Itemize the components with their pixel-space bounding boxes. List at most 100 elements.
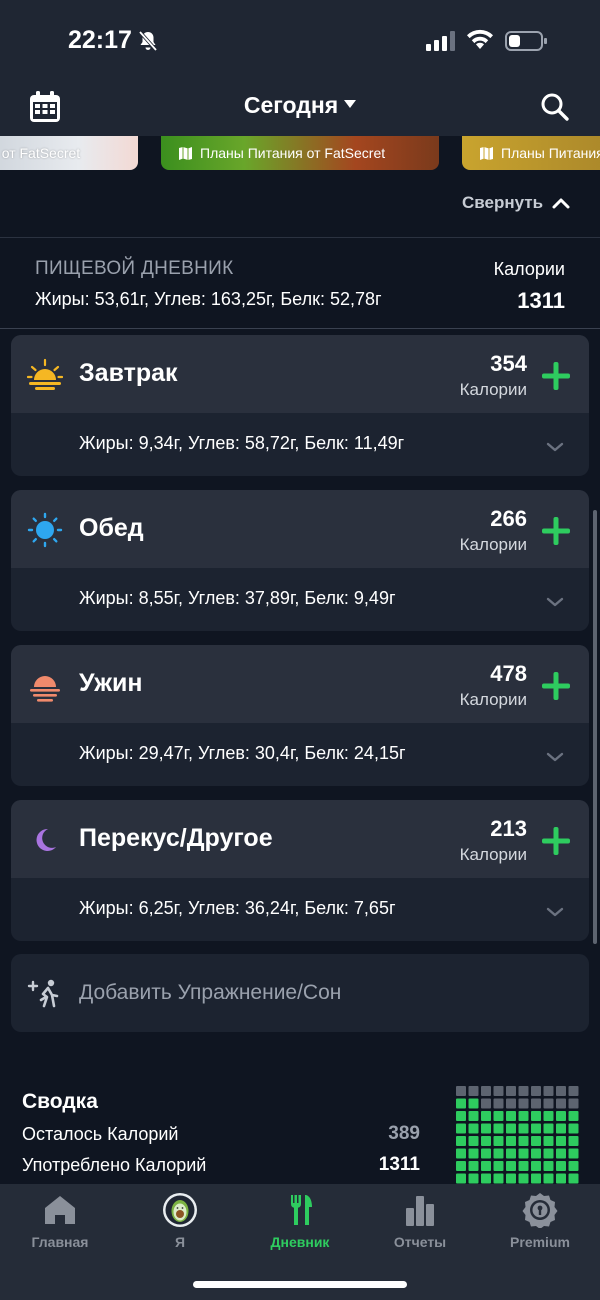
progress-cell — [543, 1161, 554, 1171]
tab-label: Дневник — [270, 1234, 330, 1250]
progress-cell — [518, 1136, 529, 1146]
scrollbar[interactable] — [593, 510, 597, 944]
status-time: 22:17 — [68, 26, 132, 54]
promo-banner-carousel[interactable]: и от FatSecret Планы Питания от FatSecre… — [0, 136, 600, 170]
meal-card-dinner[interactable]: Ужин 478 Калории Жиры: 29,47г, Углев: 30… — [11, 645, 589, 786]
progress-cell — [468, 1098, 479, 1109]
progress-cell — [456, 1111, 466, 1121]
meal-name: Завтрак — [79, 359, 178, 387]
tab-diary[interactable]: Дневник — [240, 1192, 360, 1250]
meal-name: Обед — [79, 514, 144, 542]
add-food-icon[interactable] — [541, 826, 571, 856]
progress-cell — [468, 1148, 479, 1159]
add-food-icon[interactable] — [541, 516, 571, 546]
progress-cell — [506, 1086, 516, 1096]
meal-card-lunch[interactable]: Обед 266 Калории Жиры: 8,55г, Углев: 37,… — [11, 490, 589, 631]
caret-down-icon — [344, 99, 357, 108]
progress-cell — [456, 1161, 466, 1171]
meal-macros: Жиры: 8,55г, Углев: 37,89г, Белк: 9,49г — [79, 588, 396, 608]
summary-title: Сводка — [22, 1090, 98, 1113]
progress-cell — [518, 1111, 529, 1121]
progress-cell — [493, 1148, 504, 1159]
meal-macros: Жиры: 6,25г, Углев: 36,24г, Белк: 7,65г — [79, 898, 396, 918]
progress-cell — [468, 1086, 479, 1096]
progress-cell — [493, 1173, 504, 1184]
chevron-down-icon[interactable] — [546, 751, 564, 763]
meal-header[interactable]: Обед 266 Калории — [11, 490, 589, 568]
progress-cell — [518, 1123, 529, 1134]
tab-home[interactable]: Главная — [0, 1192, 120, 1250]
progress-cell — [506, 1123, 516, 1134]
promo-banner[interactable]: Планы Питания — [462, 136, 600, 170]
progress-cell — [518, 1086, 529, 1096]
progress-cell — [568, 1161, 579, 1171]
chevron-up-icon[interactable] — [551, 196, 571, 210]
moon-icon — [36, 828, 56, 851]
tab-label: Отчеты — [393, 1234, 447, 1250]
calories-consumed-value: 1311 — [378, 1154, 420, 1175]
tab-reports[interactable]: Отчеты — [360, 1192, 480, 1250]
bar-chart-icon — [406, 1196, 434, 1226]
promo-banner[interactable]: Планы Питания от FatSecret — [161, 136, 439, 170]
progress-cell — [456, 1098, 466, 1109]
progress-cell — [468, 1123, 479, 1134]
top-nav-bar: Сегодня — [0, 80, 600, 136]
meal-header[interactable]: Перекус/Другое 213 Калории — [11, 800, 589, 878]
progress-cell — [518, 1161, 529, 1171]
progress-cell — [543, 1086, 554, 1096]
meal-calories: 478 — [490, 661, 527, 686]
progress-cell — [568, 1173, 579, 1184]
progress-cell — [543, 1136, 554, 1146]
date-selector[interactable]: Сегодня — [0, 92, 600, 119]
bell-off-icon — [138, 30, 158, 52]
meal-header[interactable]: Ужин 478 Калории — [11, 645, 589, 723]
progress-cell — [556, 1086, 566, 1096]
progress-cell — [568, 1111, 579, 1121]
progress-cell — [506, 1136, 516, 1146]
add-food-icon[interactable] — [541, 361, 571, 391]
add-food-icon[interactable] — [541, 671, 571, 701]
sunrise-icon — [27, 358, 63, 390]
meal-calories: 213 — [490, 816, 527, 841]
add-exercise-sleep-button[interactable]: Добавить Упражнение/Сон — [11, 954, 589, 1032]
home-indicator — [193, 1281, 407, 1288]
tab-label: Premium — [510, 1234, 570, 1250]
promo-banner-label: Планы Питания от FatSecret — [200, 145, 386, 161]
collapse-button[interactable]: Свернуть — [462, 193, 543, 213]
progress-cell — [493, 1123, 504, 1134]
progress-cell — [518, 1173, 529, 1184]
meal-header[interactable]: Завтрак 354 Калории — [11, 335, 589, 413]
progress-cell — [543, 1111, 554, 1121]
calories-remaining-label: Осталось Калорий — [22, 1124, 179, 1144]
meal-calories: 266 — [490, 506, 527, 531]
calories-consumed-label: Употреблено Калорий — [22, 1155, 207, 1175]
chevron-down-icon[interactable] — [546, 906, 564, 918]
progress-cell — [556, 1123, 566, 1134]
promo-banner-label: и от FatSecret — [0, 145, 81, 161]
tab-me[interactable]: Я — [120, 1192, 240, 1250]
progress-cell — [518, 1098, 529, 1109]
progress-cell — [556, 1148, 566, 1159]
progress-cell — [531, 1161, 541, 1171]
promo-banner[interactable]: и от FatSecret — [0, 136, 138, 170]
status-bar: 22:17 — [0, 0, 600, 80]
search-icon[interactable] — [540, 92, 570, 122]
tab-premium[interactable]: Premium — [480, 1192, 600, 1250]
meal-card-breakfast[interactable]: Завтрак 354 Калории Жиры: 9,34г, Углев: … — [11, 335, 589, 476]
progress-cell — [493, 1161, 504, 1171]
progress-cell — [556, 1161, 566, 1171]
progress-cell — [481, 1173, 491, 1184]
progress-cell — [568, 1123, 579, 1134]
calorie-progress-grid — [456, 1086, 579, 1184]
progress-cell — [493, 1098, 504, 1109]
progress-cell — [481, 1098, 491, 1109]
progress-cell — [506, 1161, 516, 1171]
meal-calories: 354 — [490, 351, 527, 376]
meal-calories-label: Калории — [459, 535, 527, 554]
meal-card-snack[interactable]: Перекус/Другое 213 Калории Жиры: 6,25г, … — [11, 800, 589, 941]
chevron-down-icon[interactable] — [546, 596, 564, 608]
progress-cell — [556, 1136, 566, 1146]
chevron-down-icon[interactable] — [546, 441, 564, 453]
progress-cell — [568, 1136, 579, 1146]
progress-cell — [568, 1086, 579, 1096]
